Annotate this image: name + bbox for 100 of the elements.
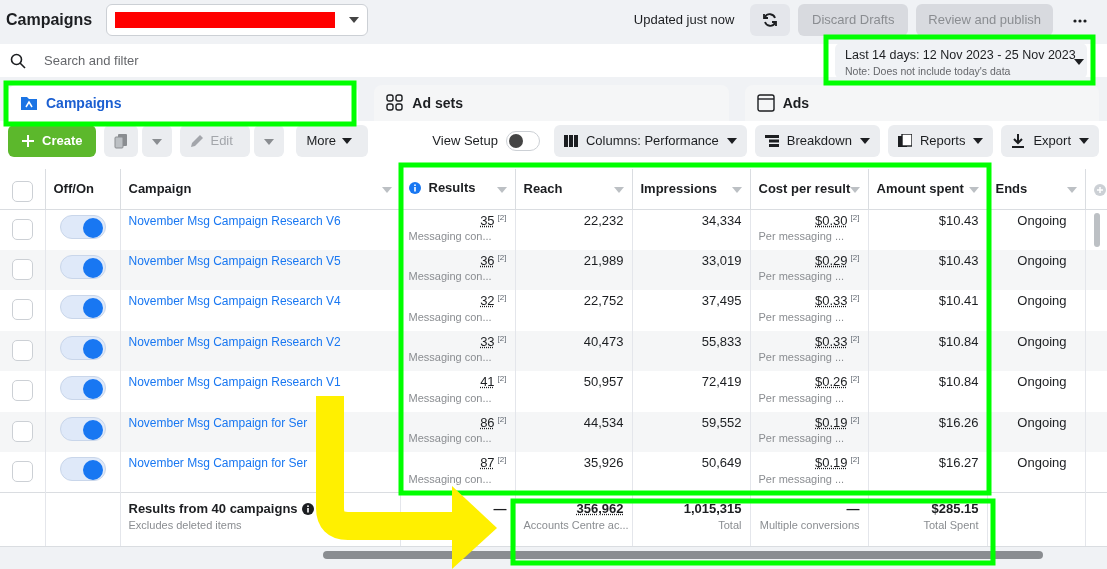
download-icon xyxy=(1011,134,1026,148)
refresh-button[interactable] xyxy=(750,4,791,36)
toggle-switch[interactable] xyxy=(59,214,106,239)
column-header[interactable]: Off/On xyxy=(53,179,94,199)
metric-value[interactable]: $0.33 xyxy=(815,333,848,349)
table-cell-text: $10.43 xyxy=(937,212,979,230)
column-header[interactable]: Ends xyxy=(995,179,1028,199)
summary-note: Excludes deleted items xyxy=(128,517,243,533)
copy-icon xyxy=(114,133,129,149)
toggle-switch[interactable] xyxy=(59,376,106,400)
table-cell-text: 35,926 xyxy=(582,455,624,472)
window-icon xyxy=(756,94,775,112)
column-header[interactable]: Campaign xyxy=(128,179,192,199)
view-setup-toggle[interactable] xyxy=(505,131,540,151)
scrollbar[interactable] xyxy=(323,551,1043,559)
table-cell-text: 44,534 xyxy=(582,414,624,432)
table-cell-text: Ongoing xyxy=(1016,414,1068,432)
total-value: — xyxy=(845,501,860,518)
checkbox[interactable] xyxy=(11,258,33,280)
search-field[interactable]: Search and filter xyxy=(42,49,835,72)
breakdown-icon xyxy=(764,134,779,148)
metric-value[interactable]: 36 xyxy=(480,252,495,268)
toolbar-dropdown[interactable]: Columns: Performance xyxy=(553,125,747,157)
total-value: 1,015,315 xyxy=(682,501,742,518)
checkbox[interactable] xyxy=(11,339,33,361)
checkbox[interactable] xyxy=(11,299,33,320)
dropdown-button[interactable] xyxy=(142,125,173,157)
table-cell-text: 72,419 xyxy=(700,374,742,391)
metric-value[interactable]: $0.33 xyxy=(815,293,848,308)
dropdown-button[interactable] xyxy=(254,125,285,157)
column-header[interactable]: Amount spent xyxy=(876,179,964,199)
info-icon xyxy=(301,503,314,516)
metric-value[interactable]: 35 xyxy=(480,212,495,228)
checkbox[interactable] xyxy=(11,461,33,482)
duplicate-button[interactable] xyxy=(104,125,139,157)
campaign-link[interactable]: November Msg Campaign Research V4 xyxy=(128,294,341,308)
total-value: 356,962 xyxy=(575,501,624,518)
toolbar-dropdown[interactable]: Reports xyxy=(887,125,994,157)
campaign-link[interactable]: November Msg Campaign for Ser xyxy=(128,456,308,470)
column-header[interactable]: Impressions xyxy=(640,179,718,199)
column-header[interactable]: Reach xyxy=(523,179,563,199)
table-cell-text: $10.41 xyxy=(937,293,979,310)
metric-value[interactable]: $0.29 xyxy=(815,252,848,268)
tab[interactable]: Campaigns xyxy=(8,85,359,121)
metric-value[interactable]: $0.19 xyxy=(815,414,848,430)
table-cell-text: $10.43 xyxy=(937,252,979,270)
column-header[interactable]: Cost per result xyxy=(758,179,851,199)
metric-value[interactable]: 33 xyxy=(480,333,495,349)
metric-label: Messaging con... xyxy=(408,431,493,446)
tab[interactable]: Ad sets xyxy=(374,85,729,121)
checkbox[interactable] xyxy=(11,181,33,203)
tab[interactable]: Ads xyxy=(744,85,1099,121)
table-cell-text: Ongoing xyxy=(1016,455,1068,472)
more-button[interactable]: More xyxy=(296,125,369,157)
toggle-switch[interactable] xyxy=(59,457,106,481)
checkbox[interactable] xyxy=(11,420,33,442)
total-label: Total xyxy=(717,517,742,533)
column-header[interactable]: Results xyxy=(428,178,476,198)
checkbox[interactable] xyxy=(11,380,33,401)
sort-icon xyxy=(613,187,624,193)
columns-icon xyxy=(563,134,578,148)
metric-value[interactable]: $0.26 xyxy=(815,374,848,389)
sort-icon xyxy=(731,187,742,193)
metric-value[interactable]: $0.30 xyxy=(815,212,848,228)
table-cell-text: Ongoing xyxy=(1016,374,1068,391)
table-cell-text: 37,495 xyxy=(700,293,742,310)
plus-icon xyxy=(22,135,34,147)
footnote-mark: [2] xyxy=(850,374,860,383)
metric-value[interactable]: $0.19 xyxy=(815,455,848,470)
scroll-thumb[interactable] xyxy=(1093,212,1100,247)
metric-label: Messaging con... xyxy=(408,390,493,406)
checkbox[interactable] xyxy=(11,218,33,240)
campaign-link[interactable]: November Msg Campaign Research V1 xyxy=(128,375,341,389)
table-cell-text: 40,473 xyxy=(582,333,624,351)
metric-value[interactable]: 87 xyxy=(480,455,495,470)
toggle-switch[interactable] xyxy=(59,416,106,441)
metric-value[interactable]: 86 xyxy=(480,414,495,430)
toolbar-dropdown[interactable]: Breakdown xyxy=(754,125,880,157)
account-selector[interactable] xyxy=(106,4,369,36)
table-cell-text: Ongoing xyxy=(1016,333,1068,351)
toolbar-dropdown[interactable]: Export xyxy=(1001,125,1099,157)
sort-icon xyxy=(849,187,860,193)
caret-icon xyxy=(859,138,870,144)
metric-label: Messaging con... xyxy=(408,229,493,244)
footnote-mark: [2] xyxy=(850,293,860,302)
metric-label: Messaging con... xyxy=(408,309,493,325)
metric-value[interactable]: 41 xyxy=(480,374,495,389)
toggle-switch[interactable] xyxy=(59,254,106,279)
date-range-dropdown[interactable]: Last 14 days: 12 Nov 2023 - 25 Nov 2023 Note: Does not include today's data xyxy=(835,42,1087,79)
toggle-switch[interactable] xyxy=(59,295,106,319)
campaign-link[interactable]: November Msg Campaign Research V6 xyxy=(128,213,341,228)
summary-title: Results from 40 campaigns xyxy=(128,501,298,518)
toggle-switch[interactable] xyxy=(59,335,106,360)
metric-label: Messaging con... xyxy=(408,350,493,365)
metric-value[interactable]: 32 xyxy=(480,293,495,308)
ellipsis-icon xyxy=(1073,18,1087,23)
update-status: Updated just now xyxy=(633,11,735,30)
metric-label: Per messaging ... xyxy=(758,350,846,365)
table-cell-text: Ongoing xyxy=(1016,252,1068,270)
metric-label: Per messaging ... xyxy=(758,229,846,244)
